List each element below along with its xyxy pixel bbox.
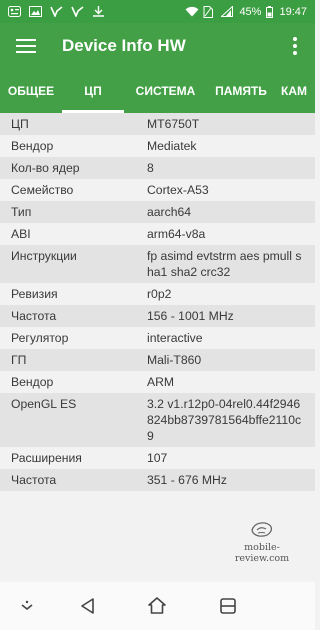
home-icon[interactable] [147, 596, 167, 616]
row-value: 351 - 676 MHz [147, 473, 227, 487]
cpu-info-table: ЦП MT6750T Вендор Mediatek Кол-во ядер 8… [0, 113, 315, 491]
table-row: Вендор Mediatek [0, 135, 315, 157]
row-label: Расширения [11, 451, 82, 465]
hamburger-icon[interactable] [16, 39, 36, 53]
signal-icon [220, 5, 234, 17]
row-label: ЦП [11, 117, 29, 131]
row-value: 8 [147, 161, 154, 175]
row-label: Семейство [11, 183, 74, 197]
row-value: interactive [147, 331, 203, 345]
battery-icon [266, 6, 274, 18]
row-label: Частота [11, 473, 57, 487]
row-value: ARM [147, 375, 175, 389]
tab-system[interactable]: СИСТЕМА [124, 69, 207, 113]
navigation-bar [0, 582, 315, 630]
row-value: aarch64 [147, 205, 192, 219]
row-value: r0p2 [147, 287, 172, 301]
row-value: Mali-T860 [147, 353, 202, 367]
row-value: 107 [147, 451, 168, 465]
app-notification-icon [50, 6, 63, 19]
table-row: Вендор ARM [0, 371, 315, 393]
table-row: Тип aarch64 [0, 201, 315, 223]
app-title: Device Info HW [62, 36, 186, 55]
row-label: Регулятор [11, 331, 69, 345]
row-label: ABI [11, 227, 31, 241]
table-row: Семейство Cortex-A53 [0, 179, 315, 201]
tab-cpu[interactable]: ЦП [62, 69, 124, 113]
table-row: Регулятор interactive [0, 327, 315, 349]
notification-icon [8, 6, 21, 17]
more-vert-icon[interactable] [287, 36, 303, 56]
table-row: ГП Mali-T860 [0, 349, 315, 371]
row-label: Частота [11, 309, 57, 323]
table-row: Кол-во ядер 8 [0, 157, 315, 179]
recent-apps-icon[interactable] [218, 596, 238, 616]
table-row: Расширения 107 [0, 447, 315, 469]
app-notification-icon [71, 6, 84, 19]
table-row: Ревизия r0p2 [0, 283, 315, 305]
row-value: arm64-v8a [147, 227, 206, 241]
row-value: fp asimd evtstrm aes pmull sha1 sha2 crc… [147, 249, 302, 279]
tab-bar: ОБЩЕЕ ЦП СИСТЕМА ПАМЯТЬ КАМ [0, 69, 315, 113]
row-value: MT6750T [147, 117, 200, 131]
table-row: Частота 351 - 676 MHz [0, 469, 315, 491]
table-row: Частота 156 - 1001 MHz [0, 305, 315, 327]
row-label: Кол-во ядер [11, 161, 80, 175]
row-value: 3.2 v1.r12p0-04rel0.44f2946824bb87397815… [147, 397, 302, 443]
status-bar: 45% 19:47 [0, 0, 315, 23]
wifi-icon [185, 6, 199, 17]
table-row: Инструкции fp asimd evtstrm aes pmull sh… [0, 245, 315, 283]
tab-memory[interactable]: ПАМЯТЬ [207, 69, 275, 113]
row-label: ГП [11, 353, 27, 367]
back-icon[interactable] [78, 596, 98, 616]
row-label: Тип [11, 205, 32, 219]
tab-camera[interactable]: КАМ [275, 69, 315, 113]
watermark-logo-icon [251, 522, 273, 537]
row-label: Инструкции [11, 249, 77, 263]
row-value: 156 - 1001 MHz [147, 309, 234, 323]
image-icon [29, 6, 42, 17]
row-value: Cortex-A53 [147, 183, 209, 197]
watermark-text: mobile-review.com [234, 542, 290, 564]
battery-percentage: 45% [239, 5, 262, 18]
row-label: Вендор [11, 375, 54, 389]
row-label: OpenGL ES [11, 397, 77, 411]
watermark: mobile-review.com [218, 520, 306, 564]
table-row: ЦП MT6750T [0, 113, 315, 135]
row-label: Ревизия [11, 287, 58, 301]
tab-general[interactable]: ОБЩЕЕ [0, 69, 62, 113]
download-icon [92, 6, 105, 17]
clock: 19:47 [279, 5, 307, 18]
no-sim-icon [203, 6, 216, 18]
row-label: Вендор [11, 139, 54, 153]
row-value: Mediatek [147, 139, 197, 153]
table-row: OpenGL ES 3.2 v1.r12p0-04rel0.44f2946824… [0, 393, 315, 447]
app-bar: Device Info HW [0, 23, 315, 69]
hide-nav-icon[interactable] [17, 596, 37, 616]
table-row: ABI arm64-v8a [0, 223, 315, 245]
